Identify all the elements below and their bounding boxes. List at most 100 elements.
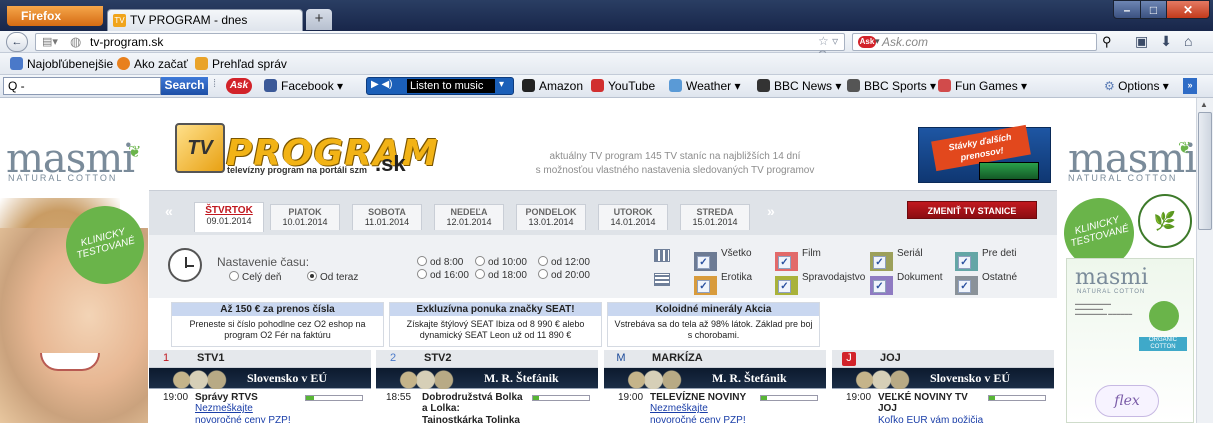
checkbox-checked-icon: ✓ [958, 256, 971, 269]
channel-banner[interactable]: Slovensko v EÚ [832, 368, 1054, 389]
category-dokument[interactable]: ✓Dokument [870, 272, 943, 295]
channel-header[interactable]: 2 STV2 [376, 350, 598, 368]
betting-ad-banner[interactable]: Stávky ďalších prenosov! [918, 124, 1051, 183]
radio-od-16[interactable]: od 16:00 [417, 269, 469, 281]
radio-od-12[interactable]: od 12:00 [538, 256, 590, 268]
promo-o2[interactable]: Až 150 € za prenos čísla Preneste si čís… [171, 302, 384, 347]
toolbar-youtube[interactable]: YouTube [591, 79, 655, 93]
search-bar[interactable]: Ask ▾ Ask.com [852, 33, 1097, 51]
engine-dropdown-icon[interactable]: ▾ [875, 36, 880, 47]
listen-to-music-widget[interactable]: ▶ ◀) Listen to music ▾ [366, 77, 514, 95]
masmi-product-pack[interactable]: masmi NATURAL COTTON ▬▬▬▬▬▬▬▬▬ ▬▬▬▬▬▬▬ ▬… [1066, 258, 1194, 423]
program-time: 19:00 [846, 392, 872, 403]
toolbar-facebook[interactable]: Facebook ▾ [264, 79, 343, 93]
program-subtitle-2[interactable]: Tajnostkárka Tolinka [422, 415, 520, 423]
toolbar-options[interactable]: ⚙ Options ▾ [1104, 79, 1169, 93]
ask-search-input[interactable]: Q - [3, 77, 161, 95]
search-icon[interactable]: ⚲ [1102, 34, 1112, 50]
scroll-up-icon[interactable]: ▲ [1200, 100, 1208, 109]
chevron-right-icon[interactable]: » [1183, 78, 1197, 94]
radio-od-18[interactable]: od 18:00 [475, 269, 527, 281]
day-tab-4[interactable]: PONDELOK 13.01.2014 [516, 204, 586, 230]
prev-days-icon[interactable]: « [165, 203, 173, 219]
play-icon[interactable]: ▶ ◀) [371, 79, 393, 90]
category-vsetko[interactable]: ✓Všetko [694, 248, 752, 271]
category-ostatne[interactable]: ✓Ostatné [955, 272, 1017, 295]
next-days-icon[interactable]: » [767, 203, 775, 219]
site-identity-icon[interactable]: ◍ [70, 34, 81, 50]
day-tab-3[interactable]: NEDEĽA 12.01.2014 [434, 204, 504, 230]
radio-od-10[interactable]: od 10:00 [475, 256, 527, 268]
ask-search-button[interactable]: Search [161, 77, 208, 95]
vertical-scrollbar[interactable]: ▲ [1196, 98, 1213, 423]
day-tab-1[interactable]: PIATOK 10.01.2014 [270, 204, 340, 230]
channel-header[interactable]: 1 STV1 [149, 350, 371, 368]
radio-cely-den[interactable]: Celý deň [229, 271, 281, 283]
address-bar[interactable]: ▤▾ ◍ tv-program.sk ☆ ▿ C [35, 33, 845, 62]
toolbar-weather[interactable]: Weather ▾ [669, 79, 741, 93]
bbc-sports-icon [847, 79, 860, 92]
program-link[interactable]: Nezmeškajte [195, 403, 253, 414]
program-link[interactable]: Nezmeškajte [650, 403, 708, 414]
new-tab-button[interactable]: + [306, 9, 332, 30]
coins-image [396, 369, 466, 389]
channel-header[interactable]: J JOJ [832, 350, 1054, 368]
category-film[interactable]: ✓Film [775, 248, 821, 271]
change-stations-button[interactable]: ZMENIŤ TV STANICE [907, 201, 1037, 219]
ask-logo-icon[interactable]: Ask [226, 78, 252, 94]
minimize-button[interactable]: – [1113, 0, 1141, 19]
radio-icon [417, 256, 427, 266]
toolbar-bbc-sports[interactable]: BBC Sports ▾ [847, 79, 936, 93]
grid-view-icon[interactable] [654, 249, 670, 262]
bookmark-ako-zacat[interactable]: Ako začať [117, 57, 188, 71]
category-serial[interactable]: ✓Seriál [870, 248, 923, 271]
channel-banner[interactable]: M. R. Štefánik [604, 368, 826, 389]
music-dropdown-icon[interactable]: ▾ [499, 79, 504, 90]
ask-search-engine-icon[interactable]: Ask [858, 36, 876, 48]
program-link-2[interactable]: novoročné ceny PZP! [650, 415, 746, 423]
radio-od-20[interactable]: od 20:00 [538, 269, 590, 281]
checkbox-checked-icon: ✓ [873, 280, 886, 293]
back-arrow-icon[interactable]: ← [6, 32, 28, 52]
toolbar-bbc-news[interactable]: BBC News ▾ [757, 79, 841, 93]
channel-banner[interactable]: M. R. Štefánik [376, 368, 598, 389]
maximize-button[interactable]: □ [1140, 0, 1167, 19]
radio-od-8[interactable]: od 8:00 [417, 256, 463, 268]
nav-toolbar-icons[interactable]: ▣⬇⌂ [1135, 33, 1204, 50]
clock-minute-hand [185, 265, 194, 267]
category-erotika[interactable]: ✓Erotika [694, 272, 752, 295]
channel-header[interactable]: M MARKÍZA [604, 350, 826, 368]
bookmarks-list-icon[interactable]: ▤▾ [42, 35, 58, 48]
scroll-thumb[interactable] [1198, 112, 1212, 230]
category-color-swatch: ✓ [694, 276, 717, 295]
promo-seat[interactable]: Exkluzívna ponuka značky SEAT! Získajte … [389, 302, 602, 347]
channel-banner[interactable]: Slovensko v EÚ [149, 368, 371, 389]
tab-tv-program[interactable]: TV TV PROGRAM - dnes [107, 9, 303, 31]
promo-koloidne[interactable]: Koloidné minerály Akcia Vstrebáva sa do … [607, 302, 820, 347]
close-window-button[interactable]: ✕ [1166, 0, 1210, 19]
leaf-icon: ❦ [1178, 140, 1192, 157]
program-link-2[interactable]: Koľko EUR vám požičia [878, 415, 983, 423]
bookmark-prehlad-sprav[interactable]: Prehľad správ [195, 57, 287, 71]
left-ad-banner[interactable]: masmi ❦ NATURAL COTTON KLINICKY TESTOVAN… [0, 98, 153, 423]
radio-od-teraz[interactable]: Od teraz [307, 271, 358, 283]
list-view-icon[interactable] [654, 273, 670, 286]
day-tab-2[interactable]: SOBOTA 11.01.2014 [352, 204, 422, 230]
category-color-swatch: ✓ [870, 252, 893, 271]
day-tab-0[interactable]: ŠTVRTOK 09.01.2014 [194, 202, 264, 232]
toolbar-amazon[interactable]: Amazon [522, 79, 583, 93]
program-link-2[interactable]: novoročné ceny PZP! [195, 415, 291, 423]
category-pre-deti[interactable]: ✓Pre deti [955, 248, 1016, 271]
tv-program-logo-icon[interactable]: TV [175, 123, 225, 173]
bookmark-najoblubenejsie[interactable]: Najobľúbenejšie [10, 57, 113, 71]
day-tab-6[interactable]: STREDA 15.01.2014 [680, 204, 750, 230]
day-tab-5[interactable]: UTOROK 14.01.2014 [598, 204, 668, 230]
category-color-swatch: ✓ [775, 276, 798, 295]
category-spravodajstvo[interactable]: ✓Spravodajstvo [775, 272, 865, 295]
radio-icon [538, 269, 548, 279]
logo-domain: .sk [375, 151, 406, 176]
organic-cotton-tag: ORGANIC COTTON [1139, 337, 1187, 351]
firefox-menu-button[interactable]: Firefox [7, 6, 103, 26]
leaf-icon: ❦ [128, 144, 142, 161]
toolbar-fun-games[interactable]: Fun Games ▾ [938, 79, 1027, 93]
